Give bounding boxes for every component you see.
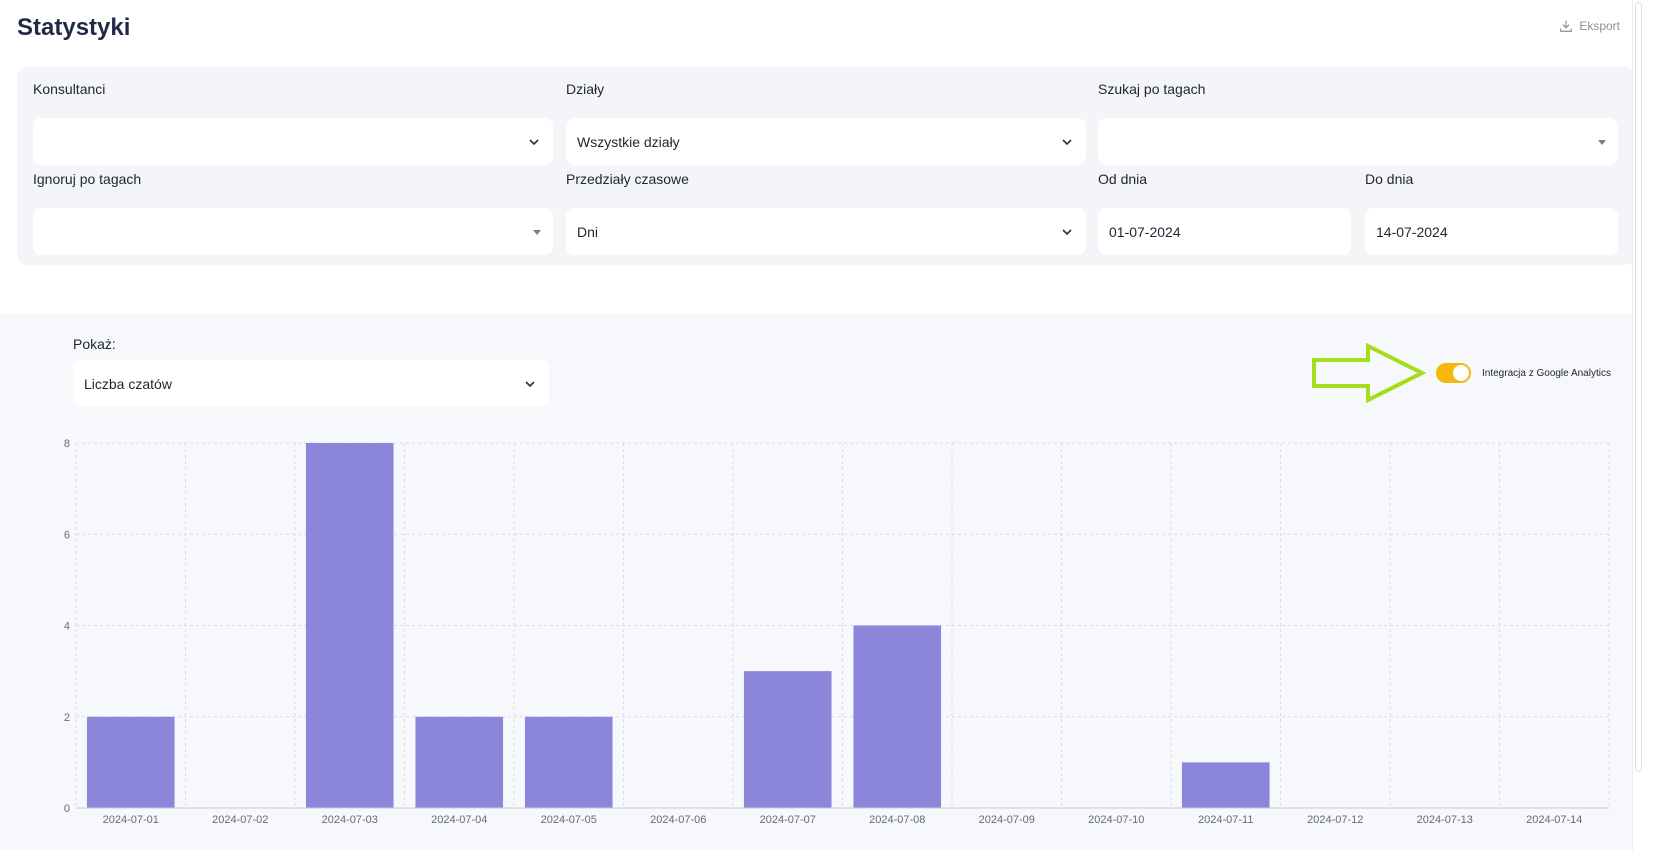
download-icon [1560,20,1573,32]
export-button[interactable]: Eksport [1559,19,1620,33]
bar-chart: 0 2 4 6 8 2024-07-01 2024-07-02 2024-07-03 2024-… [64,438,1610,826]
y-tick-label: 6 [64,529,70,541]
chevron-down-icon [529,138,539,145]
to-date-field: Do dnia 14-07-2024 [1365,170,1618,255]
from-date-input[interactable]: 01-07-2024 [1098,208,1351,255]
bar [743,671,832,808]
to-date-input[interactable]: 14-07-2024 [1365,208,1618,255]
ignore-tags-field: Ignoruj po tagach [33,170,553,255]
x-tick-label: 2024-07-05 [541,814,597,826]
consultants-select[interactable] [33,118,553,165]
consultants-label: Konsultanci [33,81,106,97]
departments-value: Wszystkie działy [577,133,680,150]
time-ranges-select[interactable]: Dni [566,208,1086,255]
x-tick-label: 2024-07-13 [1417,814,1473,826]
time-ranges-value: Dni [577,223,599,240]
x-tick-label: 2024-07-04 [431,814,487,826]
search-tags-field: Szukaj po tagach [1098,80,1618,165]
y-tick-label: 0 [64,803,70,815]
consultants-field: Konsultanci [33,80,553,165]
ignore-tags-label: Ignoruj po tagach [33,171,142,187]
from-date-value: 01-07-2024 [1109,223,1181,240]
chart-section: Pokaż: Liczba czatów Integracja z Google… [0,313,1644,850]
y-tick-label: 4 [64,621,70,633]
bar [86,716,175,808]
x-tick-label: 2024-07-09 [979,814,1035,826]
y-tick-label: 8 [64,438,70,450]
departments-label: Działy [566,81,605,97]
caret-down-icon [533,229,541,235]
departments-field: Działy Wszystkie działy [566,80,1086,165]
x-tick-label: 2024-07-01 [103,814,159,826]
bar [1181,762,1270,808]
x-tick-label: 2024-07-14 [1526,814,1582,826]
x-tick-label: 2024-07-08 [869,814,925,826]
scrollbar-thumb[interactable] [1635,2,1642,772]
filters-panel: Konsultanci Działy Wszystkie działy Szuk… [17,67,1635,265]
bar [853,625,942,808]
statistics-page: Statystyki Eksport Konsultanci Działy Ws… [0,0,1644,850]
x-tick-label: 2024-07-07 [760,814,816,826]
x-tick-label: 2024-07-12 [1307,814,1363,826]
time-ranges-label: Przedziały czasowe [566,171,689,187]
to-date-label: Do dnia [1365,171,1414,187]
y-tick-label: 2 [64,712,70,724]
bar [415,716,504,808]
bar [524,716,613,808]
x-tick-label: 2024-07-10 [1088,814,1144,826]
from-date-field: Od dnia 01-07-2024 [1098,170,1351,255]
departments-select[interactable]: Wszystkie działy [566,118,1086,165]
search-tags-label: Szukaj po tagach [1098,81,1206,97]
export-label: Eksport [1579,19,1620,33]
scrollbar[interactable] [1632,0,1644,850]
bar [305,443,394,808]
x-tick-label: 2024-07-11 [1198,814,1253,826]
to-date-value: 14-07-2024 [1376,223,1448,240]
time-ranges-field: Przedziały czasowe Dni [566,170,1086,255]
x-tick-label: 2024-07-02 [212,814,268,826]
ignore-tags-select[interactable] [33,208,553,255]
x-tick-label: 2024-07-06 [650,814,706,826]
x-tick-label: 2024-07-03 [322,814,378,826]
from-date-label: Od dnia [1098,171,1148,187]
caret-down-icon [1598,139,1606,145]
search-tags-select[interactable] [1098,118,1618,165]
page-title: Statystyki [17,14,131,41]
chevron-down-icon [1062,228,1072,235]
chevron-down-icon [1062,138,1072,145]
